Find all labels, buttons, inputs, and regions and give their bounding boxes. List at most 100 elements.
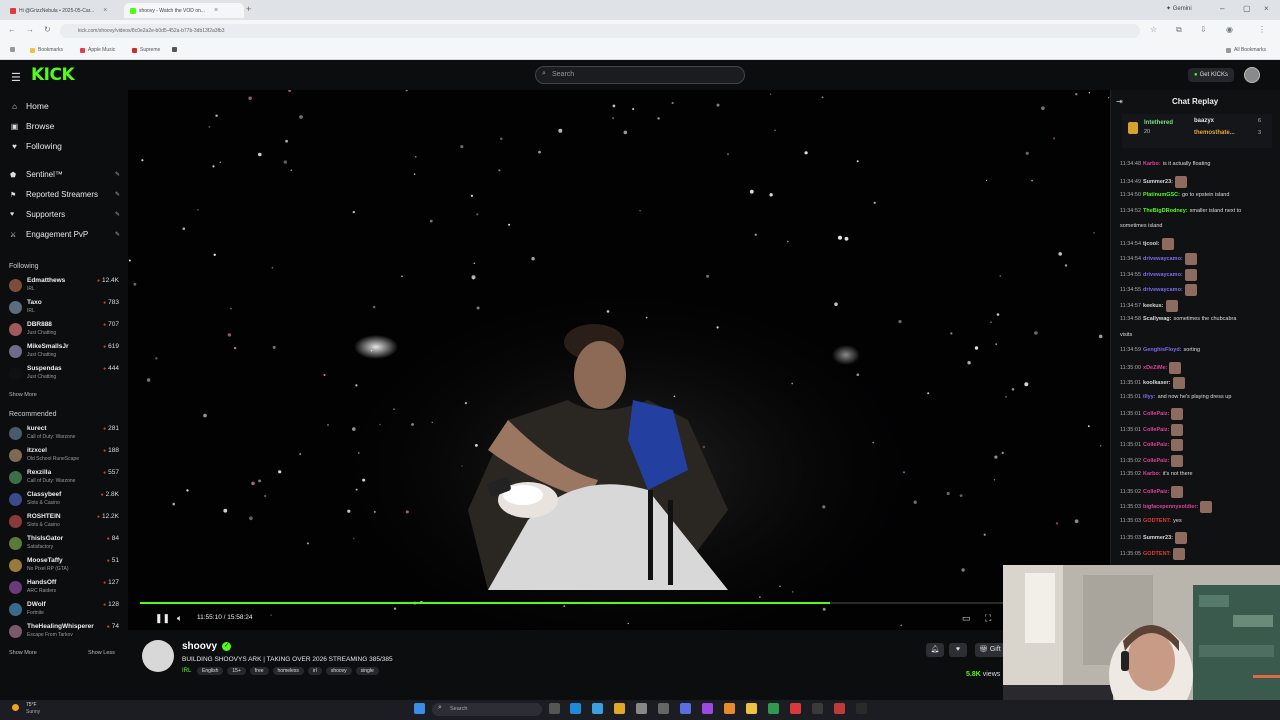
browser-tab[interactable]: Hi @GrizzNebula • 2025-05-Car... ×	[4, 3, 124, 18]
message-username[interactable]: GODTENT:	[1143, 518, 1171, 524]
message-username[interactable]: GODTENT:	[1143, 551, 1171, 557]
show-more-link[interactable]: Show More	[9, 392, 37, 398]
bookmark-item[interactable]: Apple Music	[80, 47, 115, 53]
message-username[interactable]: Karbo:	[1143, 471, 1161, 477]
all-bookmarks[interactable]: All Bookmarks	[1226, 47, 1266, 53]
message-username[interactable]: CollePaiz:	[1143, 489, 1169, 495]
sidebar-item-engagement-pvp[interactable]: ⚔ Engagement PvP ✎	[10, 230, 120, 239]
reload-icon[interactable]: ↻	[44, 25, 51, 34]
back-icon[interactable]: ←	[8, 25, 16, 34]
obs-icon[interactable]	[834, 703, 845, 714]
sidebar-channel[interactable]: Taxo IRL 783	[9, 298, 119, 318]
file-explorer-icon[interactable]	[746, 703, 757, 714]
bookmark-item[interactable]: Bookmarks	[30, 47, 63, 53]
gemini-button[interactable]: ✦ Gemini	[1166, 5, 1192, 12]
app-icon[interactable]	[592, 703, 603, 714]
app-icon[interactable]	[768, 703, 779, 714]
message-username[interactable]: drivewaycamo:	[1143, 272, 1183, 278]
message-username[interactable]: CollePaiz:	[1143, 411, 1169, 417]
menu-dots-icon[interactable]: ⋮	[1258, 25, 1266, 34]
message-username[interactable]: keekus:	[1143, 303, 1164, 309]
stream-tag[interactable]: homeless	[272, 667, 304, 675]
pin-icon[interactable]: ✎	[115, 211, 120, 218]
show-more-link[interactable]: Show More	[9, 650, 37, 656]
app-icon[interactable]	[856, 703, 867, 714]
sidebar-item-supporters[interactable]: ♥ Supporters ✎	[10, 210, 120, 219]
sidebar-channel[interactable]: Edmatthews IRL 12.4K	[9, 276, 119, 296]
message-username[interactable]: CollePaiz:	[1143, 458, 1169, 464]
message-username[interactable]: GenghisFloyd:	[1143, 347, 1182, 353]
new-tab-icon[interactable]: +	[246, 4, 251, 14]
message-username[interactable]: bigfacepennysoldier:	[1143, 504, 1198, 510]
message-username[interactable]: drivewaycamo:	[1143, 256, 1183, 262]
message-username[interactable]: CollePaiz:	[1143, 427, 1169, 433]
message-username[interactable]: Karbo:	[1143, 161, 1161, 167]
sidebar-item-home[interactable]: ⌂ Home	[10, 101, 49, 111]
gifter-name[interactable]: themosthate...	[1194, 130, 1235, 136]
sidebar-channel[interactable]: DWolf Fortnite 128	[9, 600, 119, 620]
sidebar-channel[interactable]: ThisIsGator Satisfactory 84	[9, 534, 119, 554]
collapse-chat-icon[interactable]: ⇥	[1116, 97, 1123, 106]
message-username[interactable]: TheBigDRodney:	[1143, 208, 1188, 214]
message-username[interactable]: tjcool:	[1143, 241, 1160, 247]
follow-heart-button[interactable]: ♥	[949, 643, 967, 657]
show-less-link[interactable]: Show Less	[88, 650, 115, 656]
apps-icon[interactable]	[10, 47, 15, 52]
app-icon[interactable]	[658, 703, 669, 714]
video-player[interactable]	[128, 90, 1110, 630]
pause-icon[interactable]: ❚❚	[155, 613, 170, 624]
close-window-icon[interactable]: ×	[1264, 4, 1269, 13]
app-icon[interactable]	[702, 703, 713, 714]
sidebar-item-following[interactable]: ♥ Following	[10, 141, 62, 151]
message-username[interactable]: Scallywag:	[1143, 316, 1171, 322]
message-username[interactable]: Summer23:	[1143, 179, 1173, 185]
task-view-icon[interactable]	[549, 703, 560, 714]
pin-icon[interactable]: ✎	[115, 171, 120, 178]
taskbar-search-input[interactable]: Search	[432, 703, 542, 716]
message-username[interactable]: xDeZiMe:	[1143, 365, 1167, 371]
edge-icon[interactable]	[570, 703, 581, 714]
volume-icon[interactable]: 🔈︎	[177, 613, 182, 624]
store-icon[interactable]	[636, 703, 647, 714]
forward-icon[interactable]: →	[26, 25, 34, 34]
gifter-name[interactable]: baazyx	[1194, 118, 1214, 124]
streamer-name[interactable]: shoovy	[182, 641, 217, 652]
pin-icon[interactable]: ✎	[115, 191, 120, 198]
bookmark-item[interactable]: Supreme	[132, 47, 160, 53]
sidebar-channel[interactable]: DBR888 Just Chatting 707	[9, 320, 119, 340]
message-username[interactable]: illyy:	[1143, 394, 1156, 400]
streamer-avatar[interactable]	[142, 640, 174, 672]
search-input[interactable]: Search	[535, 66, 745, 84]
app-icon[interactable]	[724, 703, 735, 714]
message-username[interactable]: drivewaycamo:	[1143, 287, 1183, 293]
fullscreen-icon[interactable]: ⛶	[985, 613, 991, 624]
extensions-icon[interactable]: ⧉	[1176, 25, 1182, 35]
bookmark-star-icon[interactable]: ☆	[1150, 25, 1157, 34]
stream-tag[interactable]: irl	[307, 667, 322, 675]
stream-tag[interactable]: free	[249, 667, 269, 675]
sidebar-channel[interactable]: Classybeef Slots & Casino 2.8K	[9, 490, 119, 510]
app-icon[interactable]	[790, 703, 801, 714]
app-icon[interactable]	[812, 703, 823, 714]
kick-logo[interactable]: KICK	[31, 65, 75, 85]
url-field[interactable]: kick.com/shoovy/videos/8c0e2a2e-b0d5-452…	[60, 24, 1140, 38]
maximize-icon[interactable]: ▢	[1243, 4, 1251, 13]
top-gifter-name[interactable]: Intethered	[1144, 120, 1173, 126]
notification-bell-button[interactable]: 🔔︎	[926, 643, 944, 657]
message-username[interactable]: PlatinumGSC:	[1143, 192, 1180, 198]
pin-icon[interactable]: ✎	[115, 231, 120, 238]
sidebar-channel[interactable]: TheHealingWhisperer Escape From Tarkov 74	[9, 622, 119, 642]
theater-mode-icon[interactable]: ▭	[962, 613, 971, 624]
close-tab-icon[interactable]: ×	[214, 7, 218, 14]
sidebar-item-sentinel[interactable]: ⬟ Sentinel™ ✎	[10, 170, 120, 179]
sidebar-channel[interactable]: kurect Call of Duty: Warzone 281	[9, 424, 119, 444]
browser-tab-active[interactable]: shoovy - Watch the VOD on... ×	[124, 3, 244, 18]
sidebar-channel[interactable]: MikeSmallsJr Just Chatting 619	[9, 342, 119, 362]
stream-tag[interactable]: shoovy	[325, 667, 352, 675]
minimize-icon[interactable]: –	[1220, 4, 1224, 13]
sidebar-channel[interactable]: Suspendas Just Chatting 444	[9, 364, 119, 384]
sidebar-channel[interactable]: HandsOff ARC Raiders 127	[9, 578, 119, 598]
message-username[interactable]: Summer23:	[1143, 535, 1173, 541]
sidebar-item-reported-streamers[interactable]: ⚑ Reported Streamers ✎	[10, 190, 120, 199]
download-icon[interactable]: ⇩	[1200, 25, 1207, 34]
